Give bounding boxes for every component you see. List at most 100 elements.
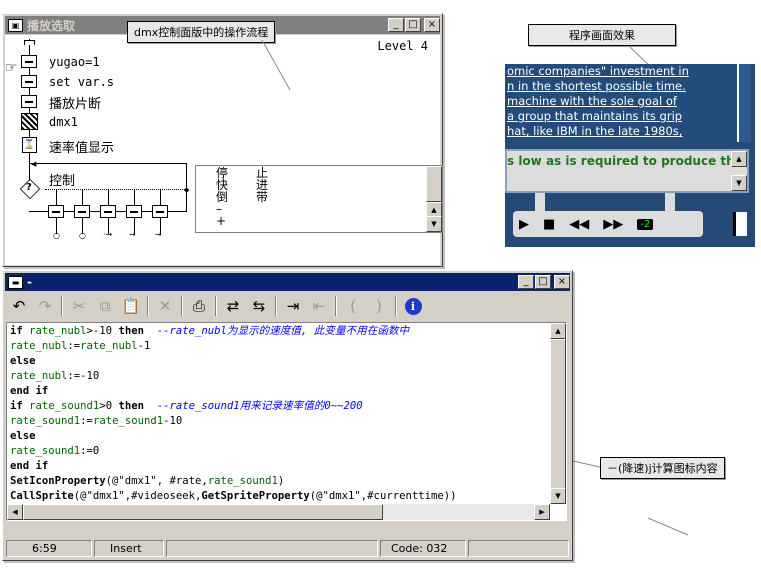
video-control-bar: ▶ ■ ◀◀ ▶▶ -2 [513,211,703,237]
editor-title: - [27,275,32,289]
preview-text-line: hat, like IBM in the late 1980s, [507,124,683,138]
code-token: ) [277,475,285,487]
editor-toolbar: ↶ ↷ ✂ ⧉ 📋 ✕ ⎙ ⇄ ⇆ ⇥ ⇤ ( ) i [6,293,426,319]
stop-icon[interactable]: ■ [543,217,555,232]
replace-icon[interactable]: ⇄ [220,294,246,318]
play-icon[interactable]: ▶ [519,217,529,232]
code-line[interactable]: else [10,354,550,369]
code-token: rate_nubl [80,340,138,352]
rewind-icon[interactable]: ◀◀ [569,217,589,232]
exit-door-icon[interactable] [733,212,747,236]
code-line[interactable]: end if [10,384,550,399]
status-position: 6:59 [6,540,92,557]
code-token: rate_nubl [10,340,68,352]
preview-text-area: omic companies" investment in n in the s… [505,64,737,142]
fast-forward-icon[interactable]: ▶▶ [603,217,623,232]
status-mode: Insert [94,540,164,557]
outdent-icon[interactable]: ⇤ [306,294,332,318]
code-token: -10 [163,415,183,427]
code-token: SetIconProperty [10,475,106,487]
code-editor-window: ▬ - _ □ × ↶ ↷ ✂ ⧉ 📋 ✕ ⎙ ⇄ ⇆ ⇥ ⇤ ( ) i if… [2,270,573,561]
code-token: --rate_nubl为显示的速度值, 此变量不用在函数中 [143,325,410,337]
code-token: GetSpriteProperty [201,490,310,502]
code-token: rate_sound1 [10,445,81,457]
preview-text-line: omic companies" investment in [507,64,689,78]
status-code: Code: 032 [380,540,466,557]
code-token: rate_sound1 [29,400,100,412]
editor-titlebar[interactable]: ▬ - _ □ × [5,273,570,291]
code-line[interactable]: if rate_nubl>-10 then --rate_nubl为显示的速度值… [10,324,550,339]
code-token: end if [10,385,49,397]
preview-scroll-track[interactable] [737,64,751,142]
undo-icon[interactable]: ↶ [6,294,32,318]
code-scroll-up-icon[interactable]: ▲ [550,323,566,339]
code-token: rate_sound1 [10,415,81,427]
code-token: := [67,340,81,352]
code-token: rate_nubl [10,370,68,382]
paren-close-icon[interactable]: ) [366,294,392,318]
callout-calc-icon: －(降速)j计算图标内容 [600,457,725,479]
speed-display: -2 [637,218,654,230]
clear-icon[interactable]: ✕ [152,294,178,318]
code-token: >-10 [86,325,119,337]
program-preview: omic companies" investment in n in the s… [505,64,755,247]
code-token: if [10,400,30,412]
code-line[interactable]: end if [10,459,550,474]
editor-maximize-icon[interactable]: □ [535,275,551,289]
code-token: then [118,325,144,337]
code-token: := [80,415,93,427]
code-token: (@"dmx1",#videoseek, [73,490,202,502]
caption-scroll-down-icon[interactable]: ▼ [731,175,747,191]
editor-close-icon[interactable]: × [554,275,570,289]
replace-back-icon[interactable]: ⇆ [246,294,272,318]
code-line[interactable]: rate_sound1:=rate_sound1-10 [10,414,550,429]
code-line[interactable]: SetIconProperty(@"dmx1", #rate,rate_soun… [10,474,550,489]
code-scroll-down-icon[interactable]: ▼ [550,488,566,504]
indent-icon[interactable]: ⇥ [280,294,306,318]
code-token: >0 [99,400,119,412]
paste-icon[interactable]: 📋 [118,294,144,318]
code-hscroll-thumb[interactable] [23,504,383,520]
code-line[interactable]: else [10,429,550,444]
code-scroll-left-icon[interactable]: ◀ [7,504,23,520]
code-token: end if [10,460,49,472]
code-vscrollbar[interactable]: ▲ ▼ [550,323,566,504]
code-token: (@"dmx1", #rate, [105,475,208,487]
code-scroll-right-icon[interactable]: ▶ [534,504,550,520]
code-token: :=0 [80,445,100,457]
editor-app-icon: ▬ [8,275,23,289]
code-token: if [10,325,30,337]
info-icon[interactable]: i [400,294,426,318]
code-token: --rate_sound1用来记录速率值的0~~200 [143,400,363,412]
preview-caption-box: s low as is required to produce the ▲ ▼ [505,149,749,193]
code-token: else [10,430,36,442]
code-hscrollbar[interactable]: ◀ ▶ [7,504,550,520]
caption-scroll-up-icon[interactable]: ▲ [731,151,747,167]
callout-effect: 程序画面效果 [528,24,676,46]
code-token: CallSprite [10,490,74,502]
preview-text-line: machine with the sole goal of [507,94,677,108]
code-token: then [118,400,144,412]
code-line[interactable]: if rate_sound1>0 then --rate_sound1用来记录速… [10,399,550,414]
preview-text-line: a group that maintains its grip [507,109,683,123]
code-lines: if rate_nubl>-10 then --rate_nubl为显示的速度值… [10,324,550,519]
redo-icon[interactable]: ↷ [32,294,58,318]
status-bar: 6:59 Insert Code: 032 [6,540,569,559]
code-line[interactable]: rate_sound1:=0 [10,444,550,459]
paren-open-icon[interactable]: ( [340,294,366,318]
code-scroll-thumb[interactable] [550,339,566,489]
code-line[interactable]: CallSprite(@"dmx1",#videoseek,GetSpriteP… [10,489,550,504]
code-area[interactable]: if rate_nubl>-10 then --rate_nubl为显示的速度值… [6,322,567,521]
print-icon[interactable]: ⎙ [186,294,212,318]
code-line[interactable]: rate_nubl:=-10 [10,369,550,384]
copy-icon[interactable]: ⧉ [92,294,118,318]
code-token: rate_nubl [29,325,87,337]
code-token: -1 [137,340,151,352]
status-extra [468,540,569,557]
code-line[interactable]: rate_nubl:=rate_nubl-1 [10,339,550,354]
status-spacer [166,540,378,557]
cut-icon[interactable]: ✂ [66,294,92,318]
code-token: :=-10 [67,370,100,382]
editor-minimize-icon[interactable]: _ [518,275,534,289]
code-token: rate_sound1 [207,475,278,487]
